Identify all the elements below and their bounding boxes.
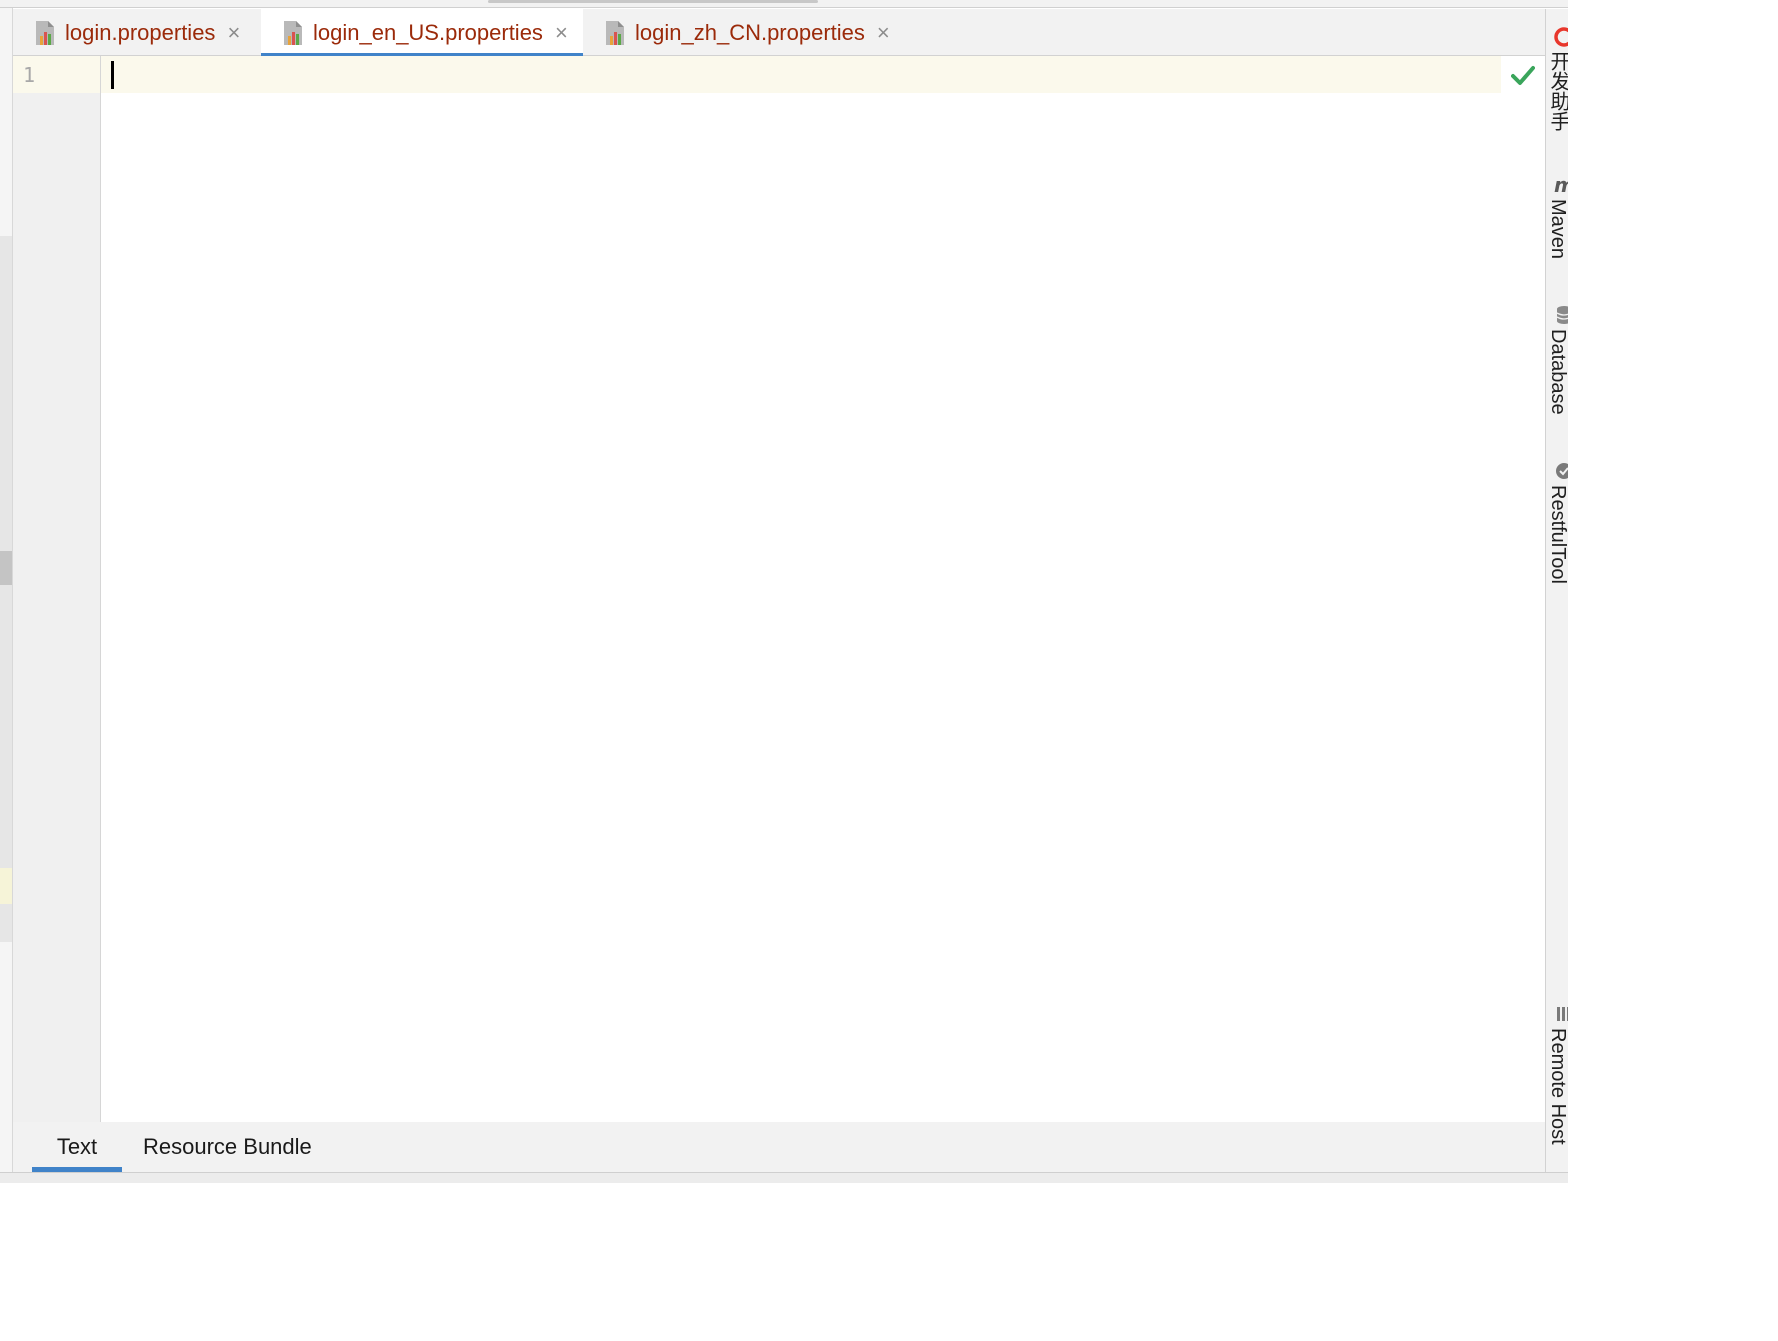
maven-icon: m	[1554, 175, 1568, 195]
tool-label: Remote Host	[1547, 1028, 1568, 1145]
editor-mode-tabs: Text Resource Bundle	[13, 1122, 1545, 1172]
remote-host-icon	[1557, 1007, 1568, 1021]
line-number: 1	[23, 63, 36, 87]
tool-label: 开发助手	[1547, 51, 1568, 131]
left-strip-marker	[0, 868, 12, 904]
close-icon[interactable]: ×	[555, 21, 568, 44]
editor-tab-bar: login.properties × login_en_US.propertie…	[13, 9, 1545, 57]
left-strip-track	[0, 236, 12, 942]
top-scroll-strip	[0, 0, 1568, 8]
tab-login-properties[interactable]: login.properties ×	[13, 9, 260, 56]
code-area[interactable]	[101, 56, 1545, 1122]
properties-file-icon	[284, 20, 302, 45]
properties-file-icon	[606, 20, 624, 45]
tab-label: Text	[56, 1134, 98, 1159]
close-icon[interactable]: ×	[877, 21, 890, 44]
tab-label: login_zh_CN.properties	[635, 19, 865, 45]
right-tool-strip: 开发助手 m Maven Database RestfulTool	[1545, 9, 1568, 1172]
restful-tool-icon	[1556, 463, 1568, 479]
line-number-gutter[interactable]: 1	[13, 56, 101, 1122]
close-icon[interactable]: ×	[227, 21, 240, 44]
checkmark-icon[interactable]	[1511, 64, 1535, 86]
ide-window: login.properties × login_en_US.propertie…	[0, 0, 1568, 1183]
tab-text[interactable]: Text	[32, 1122, 122, 1172]
text-editor[interactable]: 1	[13, 56, 1545, 1122]
tool-label: Database	[1547, 329, 1568, 415]
tool-maven[interactable]: m Maven	[1546, 175, 1568, 275]
database-icon	[1556, 306, 1568, 324]
left-tool-strip	[0, 8, 13, 1173]
tool-database[interactable]: Database	[1546, 305, 1568, 430]
tab-resource-bundle[interactable]: Resource Bundle	[143, 1122, 312, 1172]
tool-restful[interactable]: RestfulTool	[1546, 461, 1568, 606]
tab-login-zh-cn-properties[interactable]: login_zh_CN.properties ×	[583, 9, 903, 56]
current-line-highlight	[101, 56, 1501, 93]
tab-label: login.properties	[65, 19, 216, 45]
tool-remote-host[interactable]: Remote Host	[1546, 1004, 1568, 1164]
tab-login-en-us-properties[interactable]: login_en_US.properties ×	[261, 9, 583, 57]
svg-text:m: m	[1554, 175, 1568, 195]
tool-dev-assistant[interactable]: 开发助手	[1546, 27, 1568, 147]
tool-label: RestfulTool	[1547, 485, 1568, 584]
tab-label: login_en_US.properties	[313, 19, 543, 45]
tab-label: Resource Bundle	[143, 1134, 312, 1159]
text-caret	[111, 61, 114, 89]
tool-label: Maven	[1547, 199, 1568, 260]
bottom-edge	[0, 1172, 1568, 1183]
left-strip-thumb[interactable]	[0, 551, 12, 585]
properties-file-icon	[36, 20, 54, 45]
dev-assistant-icon	[1554, 27, 1568, 47]
horizontal-scroll-thumb[interactable]	[488, 0, 818, 3]
